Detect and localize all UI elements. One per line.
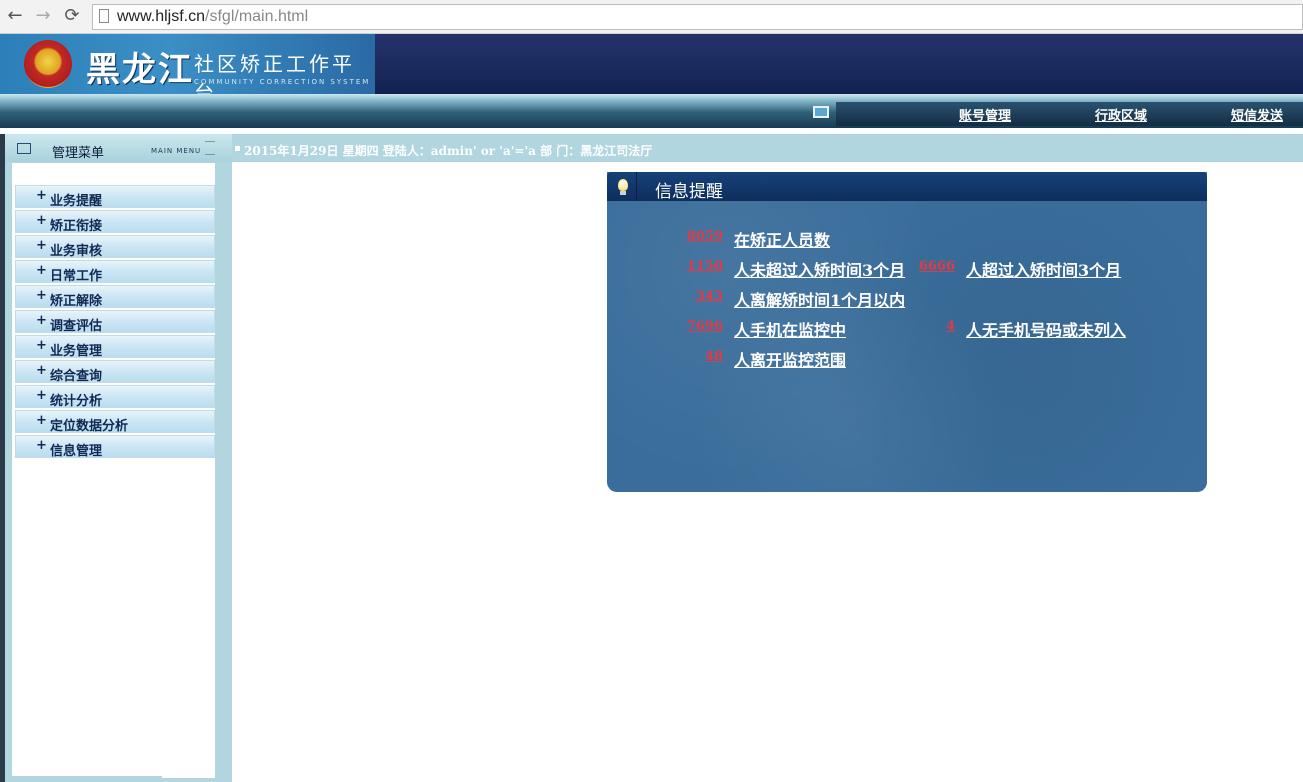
menu-grid-icon: [17, 143, 31, 154]
sidebar-item-label: 信息管理: [50, 444, 103, 459]
count-link-release-within-month[interactable]: 343: [680, 289, 723, 304]
sidebar-item-business-management[interactable]: + 业务管理: [15, 335, 215, 359]
count-link-phone-monitored[interactable]: 7696: [680, 319, 723, 334]
sidebar-scrollbar[interactable]: [12, 776, 162, 782]
sidebar-item-daily-work[interactable]: + 日常工作: [15, 260, 215, 284]
site-header: 黑龙江 社区矫正工作平台 COMMUNITY CORRECTION SYSTEM: [0, 34, 1303, 105]
sidebar-item-label: 调查评估: [50, 319, 103, 334]
reminder-link-in-correction[interactable]: 在矫正人员数: [734, 227, 830, 251]
bullet-icon: [235, 146, 240, 151]
menu-title-en: MAIN MENU: [151, 147, 202, 155]
sidebar-item-label: 业务管理: [50, 344, 103, 359]
platform-title-en: COMMUNITY CORRECTION SYSTEM: [194, 78, 371, 86]
reminder-link-phone-monitored[interactable]: 人手机在监控中: [734, 317, 846, 341]
count-link-out-of-range[interactable]: 48: [680, 349, 723, 364]
page-icon: [99, 9, 109, 23]
plus-icon: +: [36, 338, 47, 353]
browser-toolbar: ← → ⟳ www.hljsf.cn/sfgl/main.html: [0, 0, 1303, 34]
plus-icon: +: [36, 388, 47, 403]
monitor-icon: [813, 106, 829, 118]
reminder-link-no-phone[interactable]: 人无手机号码或未列入: [966, 317, 1126, 341]
forward-arrow-icon[interactable]: →: [32, 5, 54, 27]
sidebar-item-location-analysis[interactable]: + 定位数据分析: [15, 410, 215, 434]
sidebar-item-statistics[interactable]: + 统计分析: [15, 385, 215, 409]
sidebar-item-label: 统计分析: [50, 394, 103, 409]
sidebar-item-label: 综合查询: [50, 369, 103, 384]
sidebar-item-info-management[interactable]: + 信息管理: [15, 435, 215, 459]
nav-link-account[interactable]: 账号管理: [959, 105, 1011, 124]
menu-header: 管理菜单 MAIN MENU: [5, 134, 232, 162]
count-link-no-phone[interactable]: 4: [912, 319, 955, 334]
plus-icon: +: [36, 288, 47, 303]
logo-area: 黑龙江 社区矫正工作平台 COMMUNITY CORRECTION SYSTEM: [0, 34, 375, 105]
plus-icon: +: [36, 363, 47, 378]
reminder-link-under-3-months[interactable]: 人未超过入矫时间3个月: [734, 257, 905, 281]
sidebar-item-label: 业务审核: [50, 244, 103, 259]
status-bar: 2015年1月29日 星期四 登陆人：admin' or 'a'='a 部 门：…: [232, 134, 1303, 162]
sidebar-item-label: 业务提醒: [50, 194, 103, 209]
sidebar-item-label: 日常工作: [50, 269, 103, 284]
plus-icon: +: [36, 263, 47, 278]
sidebar-item-label: 矫正解除: [50, 294, 103, 309]
nav-link-sms[interactable]: 短信发送: [1231, 105, 1283, 124]
count-link-in-correction[interactable]: 8059: [680, 229, 723, 244]
sidebar-item-investigation[interactable]: + 调查评估: [15, 310, 215, 334]
panel-title: 信息提醒: [655, 182, 723, 202]
sidebar-item-label: 矫正衔接: [50, 219, 103, 234]
top-nav-tabs: 账号管理 行政区域 短信发送: [836, 101, 1303, 126]
count-link-under-3-months[interactable]: 1150: [680, 259, 723, 274]
reload-icon[interactable]: ⟳: [61, 5, 83, 27]
reminder-link-out-of-range[interactable]: 人离开监控范围: [734, 347, 846, 371]
sidebar-item-business-reminder[interactable]: + 业务提醒: [15, 185, 215, 209]
nav-link-region[interactable]: 行政区域: [1095, 105, 1147, 124]
plus-icon: +: [36, 438, 47, 453]
menu-title: 管理菜单: [52, 146, 105, 161]
plus-icon: +: [36, 213, 47, 228]
sidebar-item-correction-handover[interactable]: + 矫正衔接: [15, 210, 215, 234]
url-host: www.hljsf.cn: [117, 8, 206, 25]
sidebar-item-correction-release[interactable]: + 矫正解除: [15, 285, 215, 309]
lightbulb-base: [620, 191, 626, 195]
back-arrow-icon[interactable]: ←: [4, 5, 26, 27]
menu-lines-icon[interactable]: [205, 141, 215, 155]
plus-icon: +: [36, 313, 47, 328]
reminder-link-release-within-month[interactable]: 人离解矫时间1个月以内: [734, 287, 905, 311]
login-status-text: 2015年1月29日 星期四 登陆人：admin' or 'a'='a 部 门：…: [244, 144, 653, 158]
sidebar-item-business-review[interactable]: + 业务审核: [15, 235, 215, 259]
emblem-icon: [24, 40, 72, 88]
url-text[interactable]: www.hljsf.cn/sfgl/main.html: [117, 8, 308, 26]
plus-icon: +: [36, 413, 47, 428]
sidebar-item-general-query[interactable]: + 综合查询: [15, 360, 215, 384]
sidebar-item-label: 定位数据分析: [50, 419, 129, 434]
plus-icon: +: [36, 188, 47, 203]
reminder-link-over-3-months[interactable]: 人超过入矫时间3个月: [966, 257, 1121, 281]
brand-name: 黑龙江: [86, 50, 194, 90]
address-bar[interactable]: www.hljsf.cn/sfgl/main.html: [92, 4, 1303, 30]
plus-icon: +: [36, 238, 47, 253]
count-link-over-3-months[interactable]: 6666: [912, 259, 955, 274]
lightbulb-icon: [618, 179, 628, 191]
panel-header-divider: [636, 172, 637, 201]
url-path: /sfgl/main.html: [205, 8, 309, 25]
